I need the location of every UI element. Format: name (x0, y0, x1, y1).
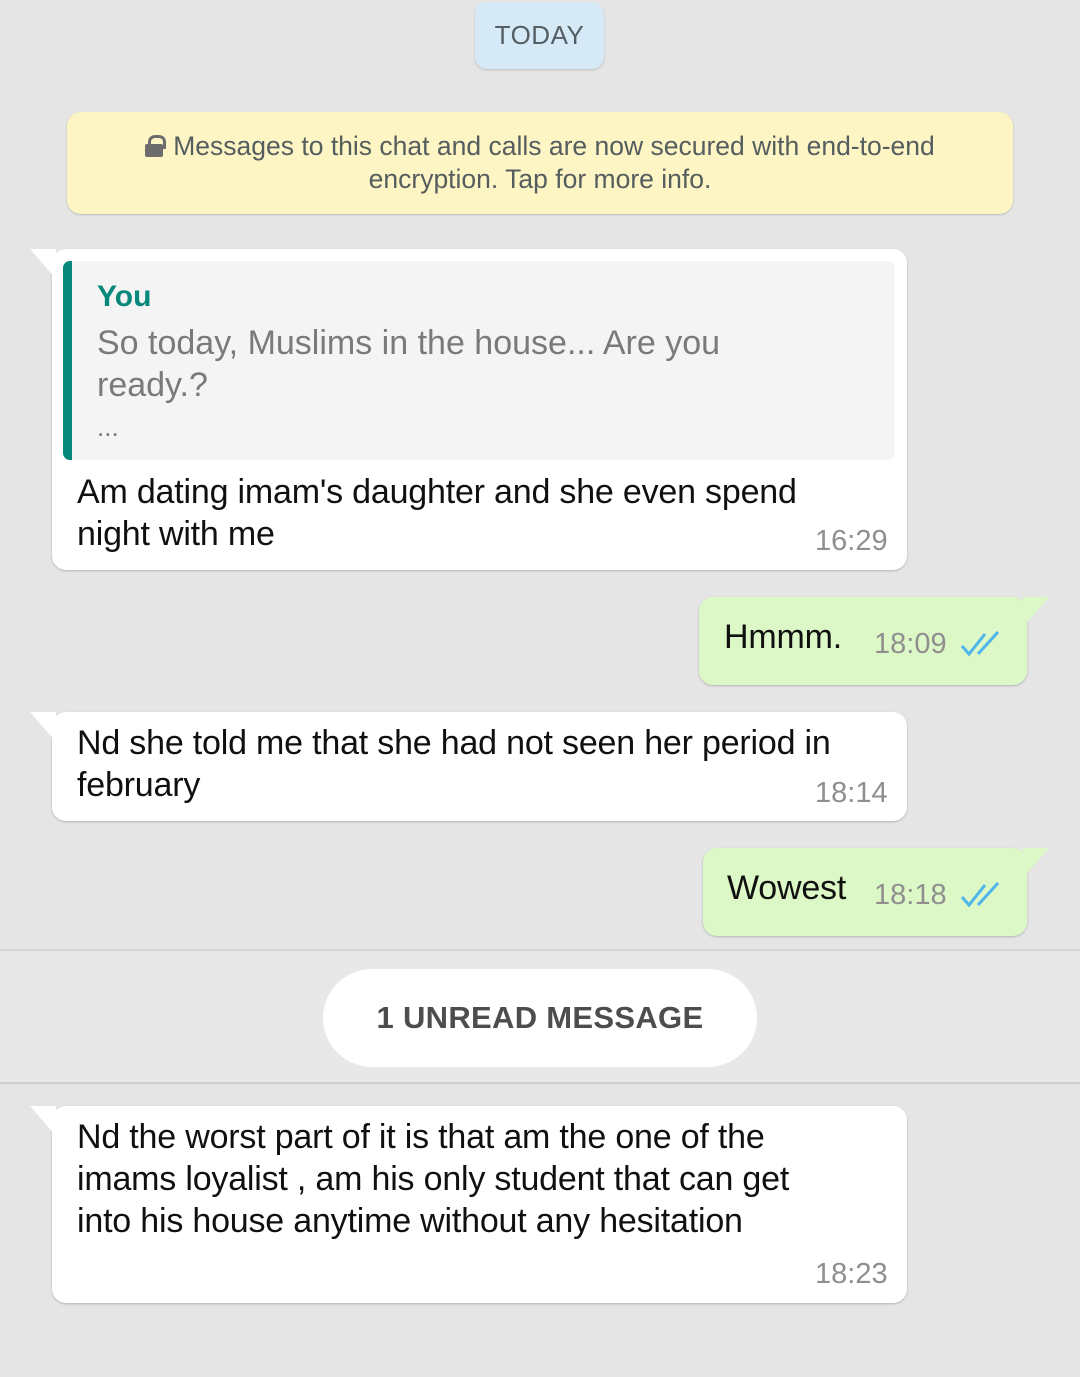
message-text-line1: Nd she told me that she had not seen her… (77, 724, 831, 762)
quoted-text: So today, Muslims in the house... Are yo… (97, 322, 877, 406)
quoted-ellipsis: ... (97, 412, 119, 442)
message-text: Nd the worst part of it is that am the o… (77, 1116, 789, 1242)
message-text-line1: Am dating imam's daughter and she even s… (77, 473, 797, 511)
encryption-notice-line2: encryption. Tap for more info. (368, 164, 712, 194)
lock-icon (145, 135, 167, 157)
incoming-message[interactable]: Nd the worst part of it is that am the o… (30, 1106, 907, 1303)
message-time: 18:09 (874, 628, 947, 660)
quoted-reply[interactable]: You So today, Muslims in the house... Ar… (63, 261, 895, 460)
message-time: 18:23 (815, 1258, 888, 1290)
incoming-message[interactable]: Nd she told me that she had not seen her… (30, 712, 907, 821)
message-text: Am dating imam's daughter and she even s… (77, 471, 797, 555)
quoted-author: You (97, 280, 152, 313)
quote-accent-bar (63, 261, 72, 460)
outgoing-message[interactable]: Wowest 18:18 (703, 848, 1049, 936)
encryption-notice-line1: Messages to this chat and calls are now … (173, 131, 935, 161)
incoming-message[interactable]: You So today, Muslims in the house... Ar… (30, 249, 907, 570)
message-text: Wowest (727, 869, 847, 907)
quoted-text-line2: ready.? (97, 366, 208, 404)
bubble-tail (1023, 848, 1049, 878)
message-time: 16:29 (815, 525, 888, 557)
bubble-tail (30, 712, 56, 742)
quoted-text-line1: So today, Muslims in the house... Are yo… (97, 324, 721, 362)
read-receipt-icon (960, 882, 1000, 908)
message-text-line2: night with me (77, 515, 275, 553)
message-time: 18:18 (874, 879, 947, 911)
bubble-tail (30, 1106, 56, 1136)
date-divider: TODAY (475, 2, 604, 69)
unread-divider: 1 UNREAD MESSAGE (0, 949, 1080, 1084)
message-text-line3: into his house anytime without any hesit… (77, 1202, 743, 1240)
message-text: Hmmm. (724, 618, 842, 656)
message-text-line2: february (77, 766, 201, 804)
outgoing-message[interactable]: Hmmm. 18:09 (699, 597, 1049, 685)
encryption-notice[interactable]: Messages to this chat and calls are now … (67, 112, 1013, 214)
bubble-tail (1023, 597, 1049, 627)
bubble-tail (30, 249, 56, 279)
message-text-line2: imams loyalist , am his only student tha… (77, 1160, 790, 1198)
message-text: Nd she told me that she had not seen her… (77, 722, 831, 806)
message-text-line1: Nd the worst part of it is that am the o… (77, 1118, 765, 1156)
unread-count-pill: 1 UNREAD MESSAGE (323, 969, 757, 1067)
message-time: 18:14 (815, 777, 888, 809)
read-receipt-icon (960, 631, 1000, 657)
